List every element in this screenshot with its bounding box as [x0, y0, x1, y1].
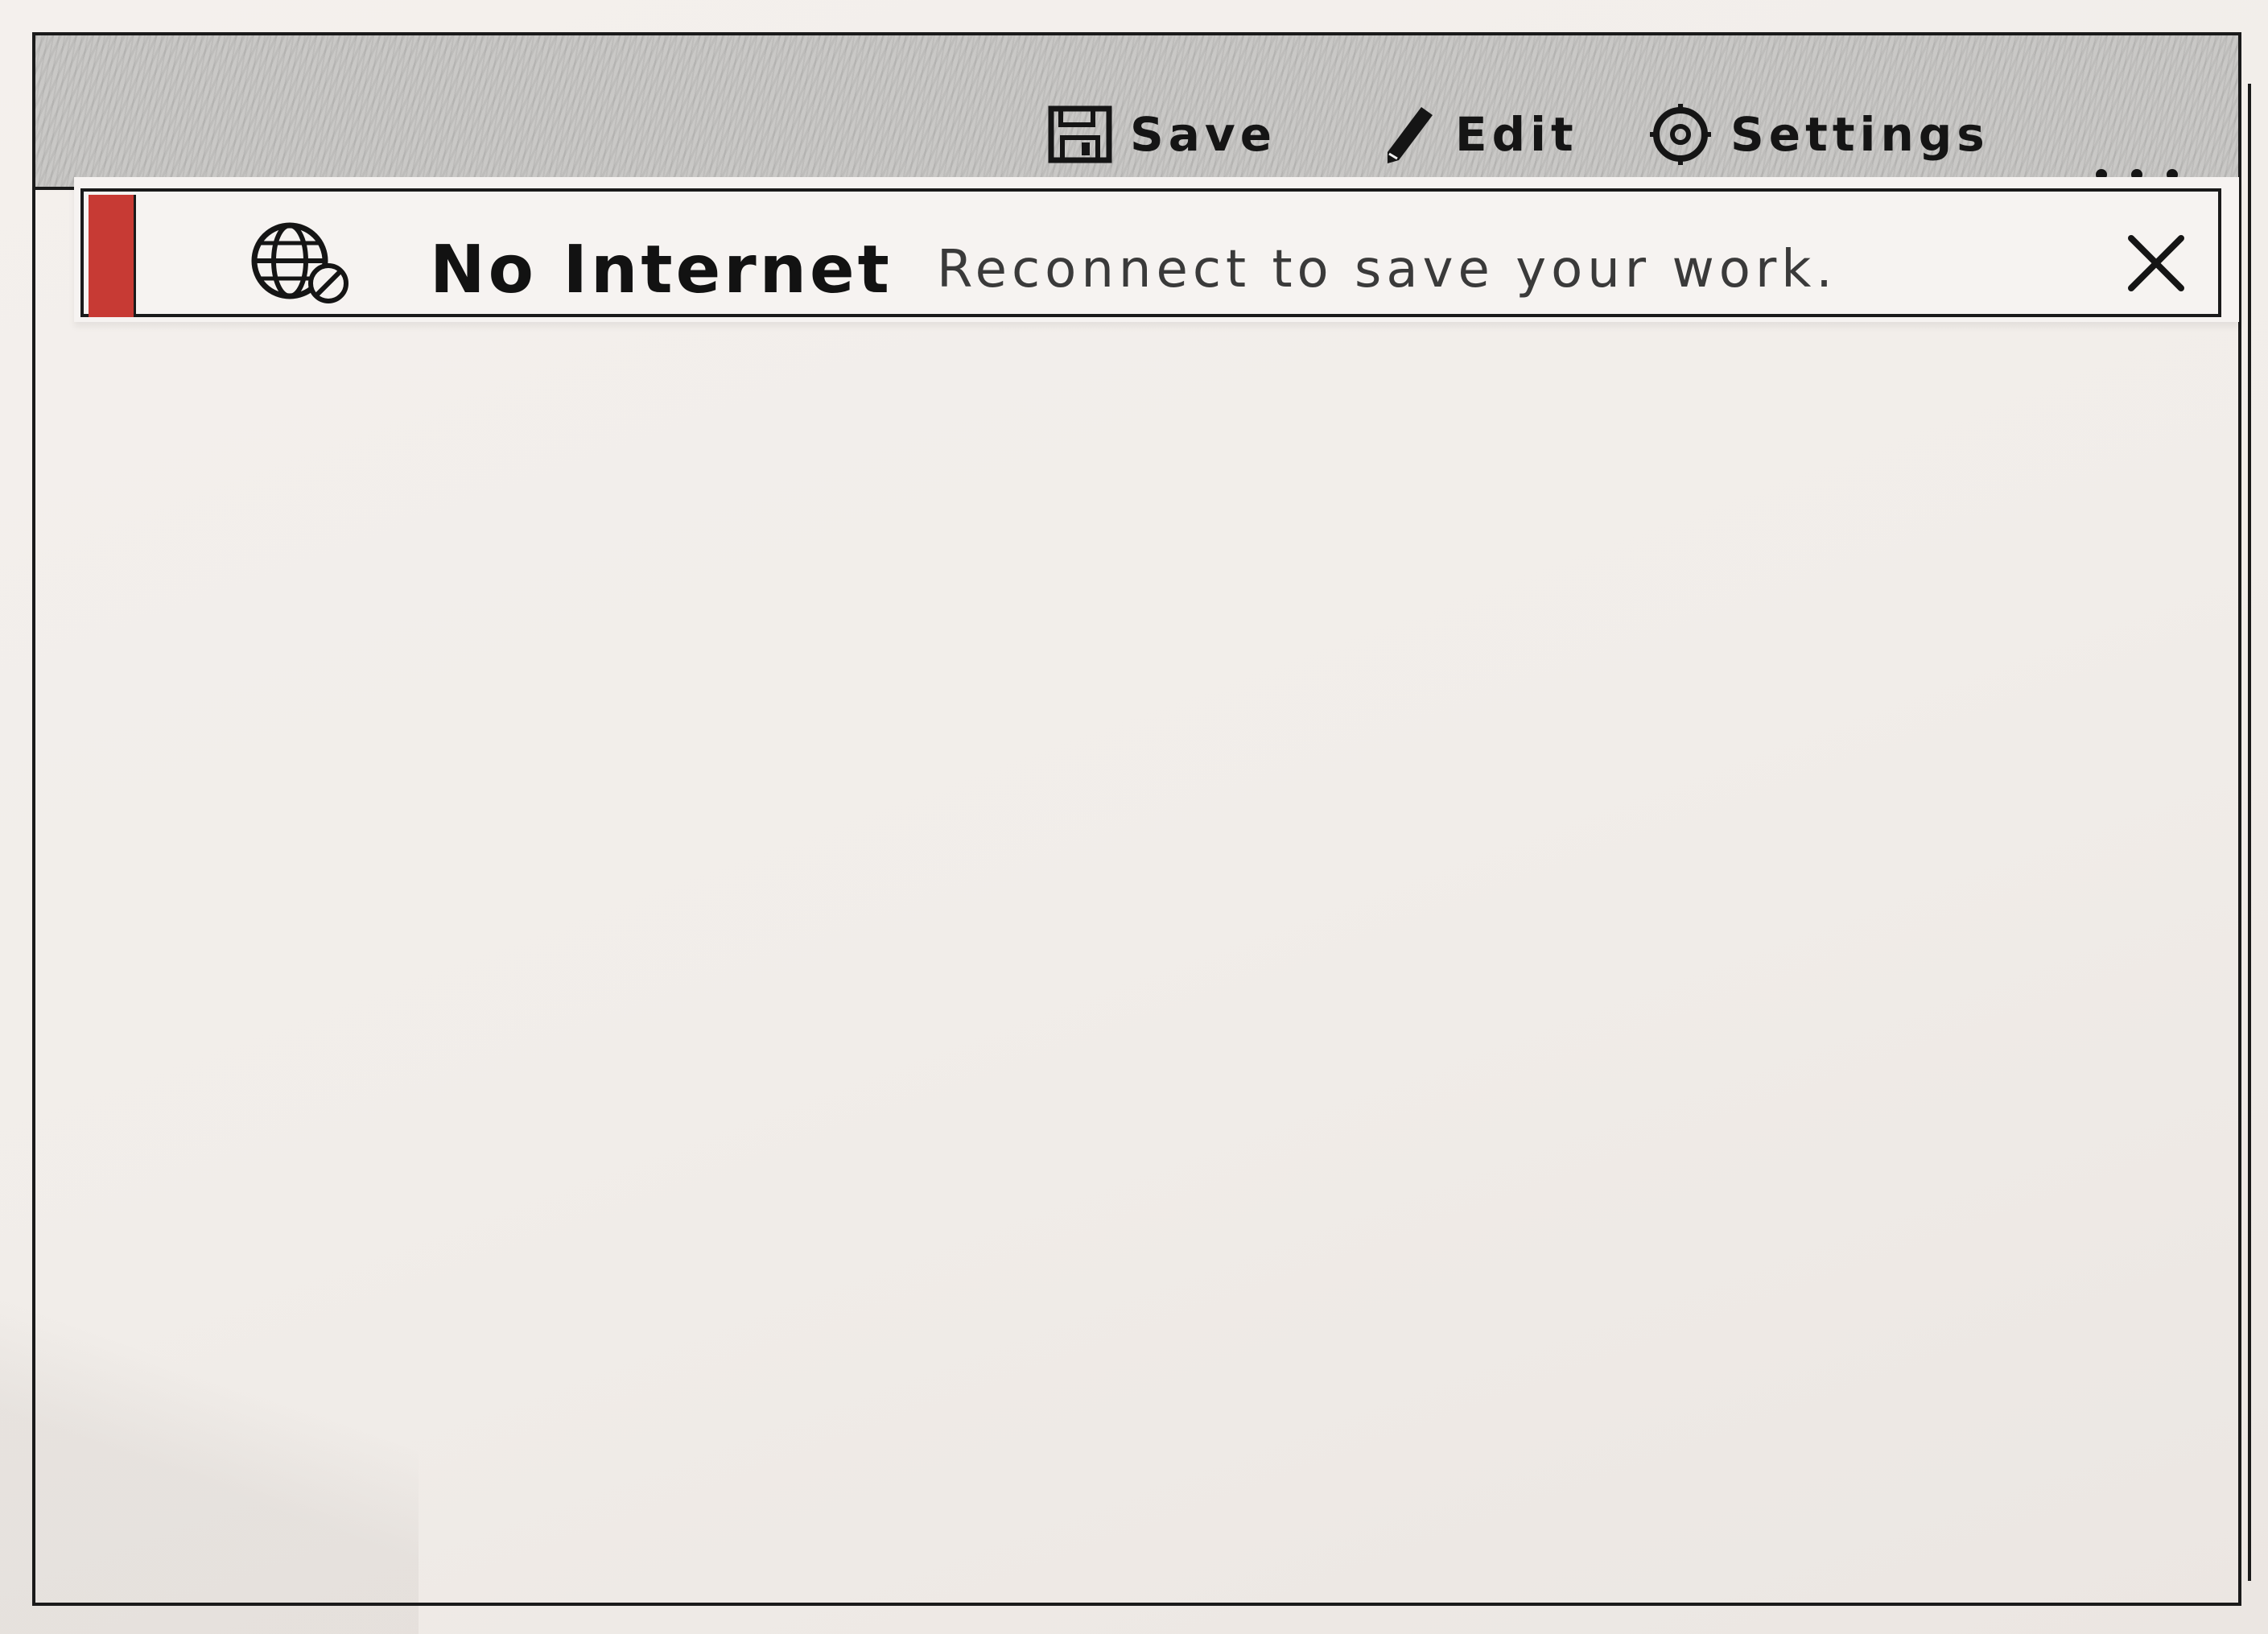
settings-label: Settings — [1730, 107, 1990, 162]
close-icon[interactable] — [2120, 227, 2192, 299]
edit-label: Edit — [1455, 107, 1578, 162]
save-icon — [1048, 105, 1112, 163]
save-label: Save — [1130, 107, 1277, 162]
content-area — [35, 330, 2238, 1602]
banner-message: Reconnect to save your work. — [937, 240, 1837, 299]
globe-offline-icon — [251, 222, 348, 303]
edit-button[interactable]: Edit — [1381, 98, 1578, 171]
offline-banner: No Internet Reconnect to save your work. — [74, 177, 2239, 322]
banner-frame: No Internet Reconnect to save your work. — [80, 188, 2221, 317]
gear-icon — [1650, 104, 1711, 165]
banner-accent-bar — [89, 195, 136, 317]
settings-button[interactable]: Settings — [1648, 98, 1990, 171]
save-button[interactable]: Save — [1048, 98, 1276, 171]
banner-title: No Internet — [430, 232, 893, 308]
pencil-icon — [1388, 107, 1433, 163]
toolbar: Save Edit Settings — [35, 35, 2238, 190]
